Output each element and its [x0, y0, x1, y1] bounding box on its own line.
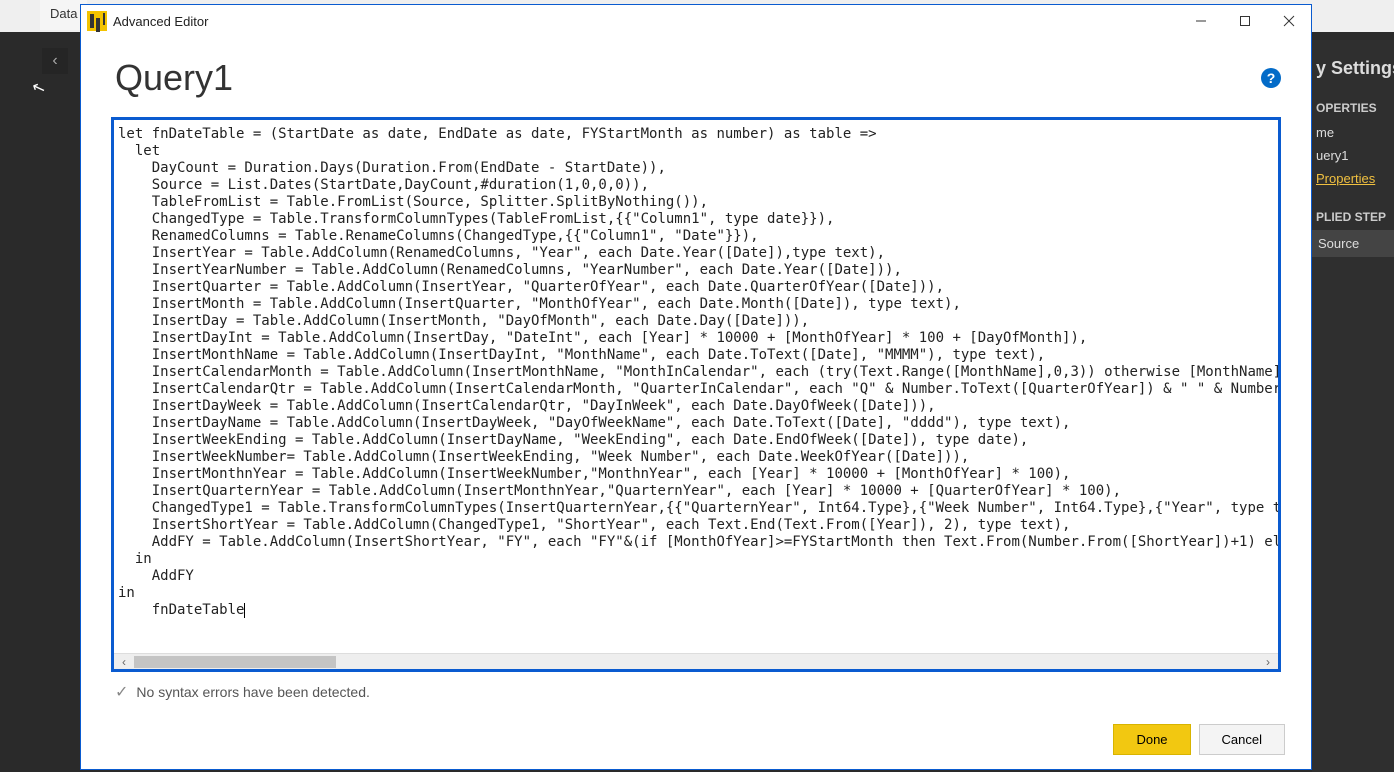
scroll-track[interactable]: [134, 656, 1258, 668]
code-editor[interactable]: let fnDateTable = (StartDate as date, En…: [114, 120, 1278, 653]
maximize-icon: [1239, 15, 1251, 27]
scroll-right-button[interactable]: ›: [1258, 655, 1278, 669]
minimize-button[interactable]: [1179, 5, 1223, 37]
query-header: Query1 ?: [111, 47, 1281, 117]
scroll-thumb[interactable]: [134, 656, 336, 668]
help-icon[interactable]: ?: [1261, 68, 1281, 88]
code-text: let fnDateTable = (StartDate as date, En…: [118, 126, 1278, 618]
window-title: Advanced Editor: [113, 14, 1179, 29]
chevron-left-icon: ‹: [122, 655, 126, 669]
advanced-editor-dialog: Advanced Editor Query1 ? let fnDateTable…: [80, 4, 1312, 770]
name-value[interactable]: uery1: [1312, 144, 1394, 167]
code-editor-frame: let fnDateTable = (StartDate as date, En…: [111, 117, 1281, 672]
name-label: me: [1312, 121, 1394, 144]
dialog-footer: Done Cancel: [81, 716, 1311, 769]
cancel-button[interactable]: Cancel: [1199, 724, 1285, 755]
syntax-status-text: No syntax errors have been detected.: [136, 684, 369, 700]
close-button[interactable]: [1267, 5, 1311, 37]
dialog-body: Query1 ? let fnDateTable = (StartDate as…: [81, 37, 1311, 716]
syntax-status: ✓ No syntax errors have been detected.: [111, 672, 1281, 708]
query-name-heading: Query1: [115, 57, 1261, 99]
titlebar: Advanced Editor: [81, 5, 1311, 37]
minimize-icon: [1195, 15, 1207, 27]
maximize-button[interactable]: [1223, 5, 1267, 37]
text-caret: [244, 603, 245, 618]
scroll-left-button[interactable]: ‹: [114, 655, 134, 669]
query-settings-panel: y Settings OPERTIES me uery1 Properties …: [1312, 40, 1394, 772]
chevron-right-icon: ›: [1266, 655, 1270, 669]
query-settings-title: y Settings: [1312, 48, 1394, 93]
done-button[interactable]: Done: [1113, 724, 1190, 755]
app-icon: [87, 11, 107, 31]
applied-steps-title: PLIED STEP: [1312, 202, 1394, 230]
nav-collapse-button[interactable]: ‹: [42, 48, 68, 74]
all-properties-link[interactable]: Properties: [1312, 167, 1394, 190]
horizontal-scrollbar[interactable]: ‹ ›: [114, 653, 1278, 669]
chevron-left-icon: ‹: [52, 52, 57, 69]
applied-step-source[interactable]: Source: [1312, 230, 1394, 257]
check-icon: ✓: [115, 682, 128, 702]
close-icon: [1283, 15, 1295, 27]
properties-section-title: OPERTIES: [1312, 93, 1394, 121]
